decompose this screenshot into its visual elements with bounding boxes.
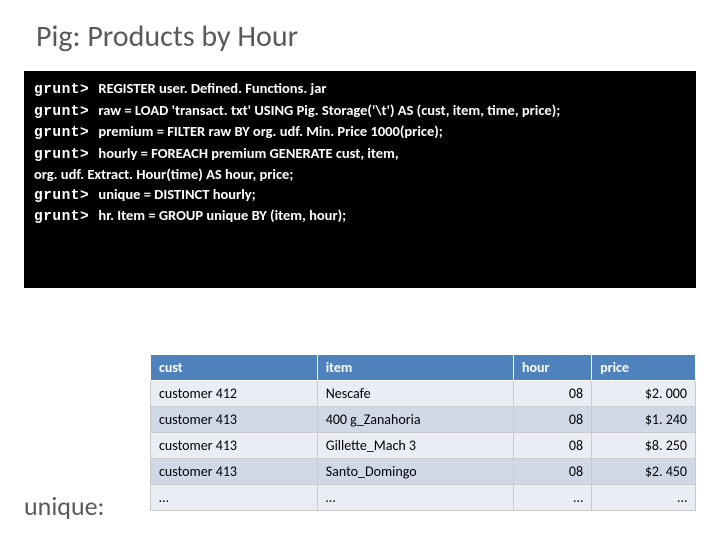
table-header-row: cust item hour price: [151, 355, 696, 381]
terminal-text: org. udf. Extract. Hour(time) AS hour, p…: [34, 165, 293, 183]
cell-cust: customer 412: [151, 381, 318, 407]
terminal-line: grunt> unique = DISTINCT hourly;: [34, 185, 686, 207]
cell-cust: customer 413: [151, 433, 318, 459]
cell-hour: 08: [513, 459, 591, 485]
cell-cust: customer 413: [151, 459, 318, 485]
table-row: …………: [151, 485, 696, 511]
cell-item: …: [317, 485, 513, 511]
prompt: grunt>: [34, 104, 98, 120]
terminal-text: REGISTER user. Defined. Functions. jar: [98, 79, 326, 97]
cell-hour: 08: [513, 433, 591, 459]
col-cust: cust: [151, 355, 318, 381]
terminal-line: grunt> hr. Item = GROUP unique BY (item,…: [34, 206, 686, 228]
cell-item: Gillette_Mach 3: [317, 433, 513, 459]
slide-title: Pig: Products by Hour: [0, 0, 720, 55]
cell-price: $8. 250: [592, 433, 696, 459]
cell-cust: …: [151, 485, 318, 511]
cell-price: $2. 000: [592, 381, 696, 407]
terminal-line: grunt> hourly = FOREACH premium GENERATE…: [34, 144, 686, 166]
cell-item: 400 g_Zanahoria: [317, 407, 513, 433]
cell-hour: 08: [513, 407, 591, 433]
terminal-line: grunt> premium = FILTER raw BY org. udf.…: [34, 122, 686, 144]
prompt: grunt>: [34, 188, 98, 204]
terminal-text: hr. Item = GROUP unique BY (item, hour);: [98, 206, 346, 224]
cell-hour: 08: [513, 381, 591, 407]
prompt: grunt>: [34, 82, 98, 98]
prompt: grunt>: [34, 147, 98, 163]
prompt: grunt>: [34, 125, 98, 141]
terminal-line: grunt> raw = LOAD 'transact. txt' USING …: [34, 101, 686, 123]
col-hour: hour: [513, 355, 591, 381]
terminal-text: hourly = FOREACH premium GENERATE cust, …: [98, 144, 398, 162]
terminal-text: unique = DISTINCT hourly;: [98, 185, 255, 203]
cell-price: $1. 240: [592, 407, 696, 433]
cell-item: Santo_Domingo: [317, 459, 513, 485]
terminal-block: grunt> REGISTER user. Defined. Functions…: [24, 71, 696, 288]
col-item: item: [317, 355, 513, 381]
table-row: customer 413Santo_Domingo08$2. 450: [151, 459, 696, 485]
table-row: customer 412Nescafe08$2. 000: [151, 381, 696, 407]
data-table: cust item hour price customer 412Nescafe…: [150, 354, 696, 511]
col-price: price: [592, 355, 696, 381]
table-row: customer 413Gillette_Mach 308$8. 250: [151, 433, 696, 459]
terminal-text: raw = LOAD 'transact. txt' USING Pig. St…: [98, 101, 560, 119]
cell-price: $2. 450: [592, 459, 696, 485]
terminal-line: grunt> REGISTER user. Defined. Functions…: [34, 79, 686, 101]
unique-label: unique:: [24, 490, 105, 522]
table-row: customer 413400 g_Zanahoria08$1. 240: [151, 407, 696, 433]
prompt: grunt>: [34, 209, 98, 225]
data-table-wrap: cust item hour price customer 412Nescafe…: [150, 354, 696, 511]
cell-item: Nescafe: [317, 381, 513, 407]
cell-price: …: [592, 485, 696, 511]
cell-hour: …: [513, 485, 591, 511]
terminal-text: premium = FILTER raw BY org. udf. Min. P…: [98, 122, 442, 140]
cell-cust: customer 413: [151, 407, 318, 433]
terminal-line: org. udf. Extract. Hour(time) AS hour, p…: [34, 165, 686, 185]
